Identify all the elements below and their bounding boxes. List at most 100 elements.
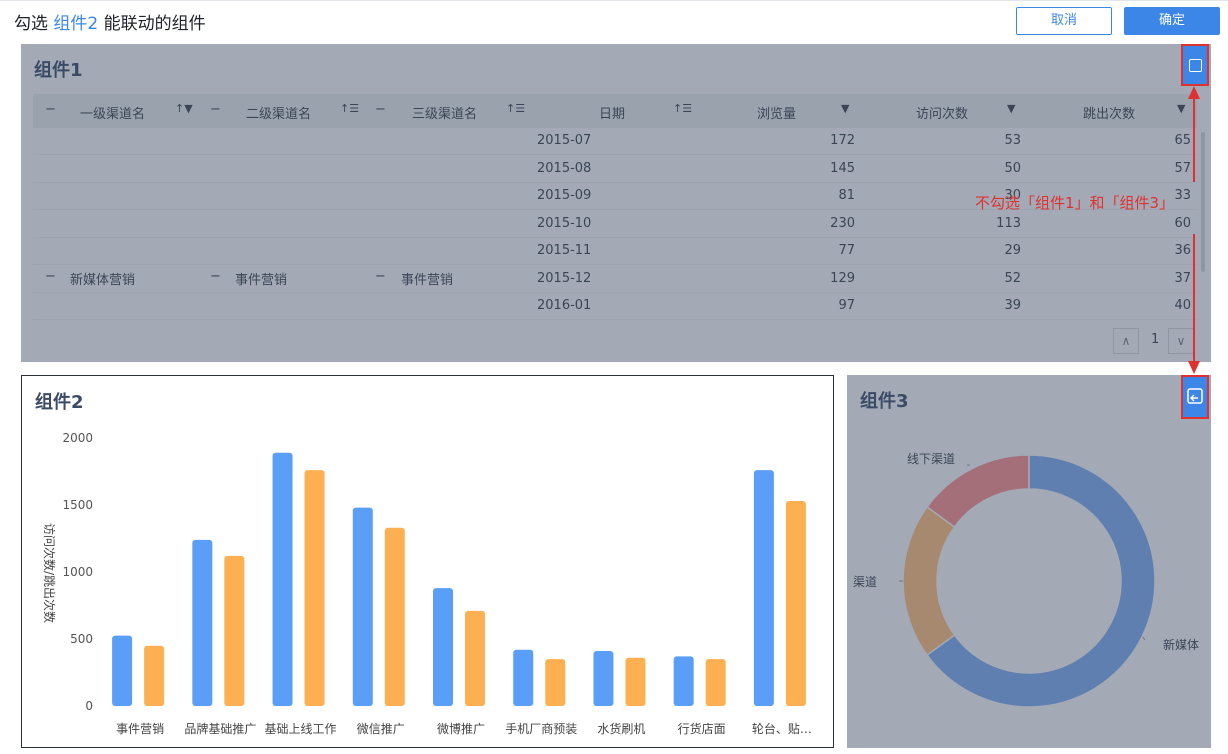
x-tick-label: 事件营销 [116,722,164,736]
sort-filter-icon[interactable]: ↑▼ [175,102,193,115]
bar[interactable] [465,610,485,706]
cell-views: 145 [830,160,855,176]
table-row: 2016-01 97 39 40 [33,293,1197,320]
x-tick-label: 微博推广 [437,721,485,736]
cell-date: 2015-10 [537,215,592,231]
merged-cell-level1: 新媒体营销 [70,273,136,288]
sort-icon[interactable]: ↑☰ [340,102,359,115]
bar[interactable] [192,539,213,706]
column-header[interactable]: 访问次数 [916,103,968,122]
y-tick-label: 0 [85,699,93,713]
bar[interactable] [513,649,534,706]
collapse-icon[interactable]: − [45,102,56,117]
column-header[interactable]: 二级渠道名 [246,103,311,122]
slice-label: 新媒体 [1163,637,1199,652]
column-header[interactable]: 日期 [599,103,625,122]
x-tick-label: 基础上线工作 [265,722,337,736]
slice-label: 线下渠道 [907,452,955,466]
cell-date: 2015-11 [537,243,592,258]
dropdown-icon[interactable]: ▼ [841,102,849,115]
label-leader-line [1142,636,1146,641]
slice-label: 渠道 [853,575,877,589]
merged-cell-level2: 事件营销 [235,273,288,288]
cell-date: 2015-08 [537,160,592,176]
table-header: − 一级渠道名 ↑▼ − 二级渠道名 ↑☰ − 三级渠道名 ↑☰ 日期 ↑☰ 浏… [33,94,1197,128]
cell-views: 230 [830,215,855,231]
cell-views: 97 [838,298,855,313]
bar[interactable] [272,452,293,706]
title-highlight: 组件2 [53,14,99,34]
bar[interactable] [673,656,694,706]
component-2-panel: 组件2 0 500 1000 1500 2000 访问次数/跳出次数 事件营销 品牌基础推广基… [21,375,834,748]
bar[interactable] [144,645,165,706]
bar-chart: 0 500 1000 1500 2000 访问次数/跳出次数事件营销 品牌基础推广 基础上线工… [42,431,812,736]
table-row: 2015-08 145 50 57 [33,156,1197,183]
collapse-icon[interactable]: − [375,102,386,117]
sort-icon[interactable]: ↑☰ [673,102,692,115]
table-row: 2015-12 129 52 37 [33,266,1197,293]
cell-visits: 50 [1004,160,1021,176]
cell-visits: 52 [1004,270,1021,286]
bar[interactable] [593,651,614,706]
confirm-button[interactable]: 确定 [1124,7,1220,35]
bar[interactable] [352,507,373,706]
cell-visits: 39 [1004,298,1021,313]
cell-views: 77 [838,243,855,258]
bar[interactable] [545,659,566,706]
checkbox-unchecked-icon [1189,59,1202,72]
y-tick-label: 1000 [62,565,93,579]
bar[interactable] [433,588,453,706]
component-1-checkbox[interactable] [1181,44,1209,86]
bar[interactable] [625,657,646,706]
cell-visits: 113 [996,215,1021,231]
dialog-header: 勾选 组件2 能联动的组件 取消 确定 [0,0,1228,40]
collapse-icon[interactable]: − [210,102,221,117]
bar[interactable] [705,659,726,706]
cell-date: 2015-07 [537,133,592,148]
cell-date: 2015-12 [537,270,592,286]
component-3-panel: 组件3 新媒体 渠道 线下渠道 [847,375,1211,748]
collapse-icon[interactable]: − [210,269,221,284]
title-prefix: 勾选 [14,14,54,34]
arrow-up-head [1188,86,1200,99]
y-tick-label: 500 [70,632,93,646]
title-suffix: 能联动的组件 [98,14,206,34]
column-header[interactable]: 跳出次数 [1083,103,1135,122]
panel-title: 组件1 [34,60,83,81]
table-row: 2015-07 172 53 65 [33,128,1197,155]
arrow-down-head [1188,361,1200,374]
table-row: 2015-11 77 29 36 [33,238,1197,265]
bar[interactable] [112,635,133,706]
cancel-button[interactable]: 取消 [1016,7,1112,35]
y-tick-label: 1500 [62,498,93,512]
column-header[interactable]: 浏览量 [757,103,796,122]
chevron-up-icon: ∧ [1121,334,1131,348]
collapse-icon[interactable]: − [45,269,56,284]
bar[interactable] [224,555,245,706]
bar[interactable] [384,527,405,706]
page-prev-button[interactable]: ∧ [1113,328,1139,354]
linked-component-icon [1187,388,1203,404]
y-tick-label: 2000 [62,431,93,445]
cell-date: 2015-09 [537,188,592,203]
column-header[interactable]: 三级渠道名 [412,103,477,122]
cell-views: 172 [830,133,855,148]
bar[interactable] [785,500,806,706]
dropdown-icon[interactable]: ▼ [1007,102,1015,115]
bar[interactable] [304,470,325,706]
x-tick-label: 轮台、贴… [752,721,812,736]
sort-icon[interactable]: ↑☰ [506,102,525,115]
collapse-icon[interactable]: − [375,269,386,284]
x-tick-label: 微信推广 [357,722,405,736]
x-tick-label: 水货刷机 [597,721,645,736]
donut-chart: 新媒体 渠道 线下渠道 [853,452,1199,708]
component-3-checkbox[interactable] [1181,375,1209,419]
column-header[interactable]: 一级渠道名 [80,103,145,122]
bar[interactable] [753,470,774,706]
donut-slice[interactable] [902,505,956,657]
page-number: 1 [1151,332,1160,347]
x-tick-label: 手机厂商预装 [505,721,577,736]
cell-visits: 29 [1004,243,1021,258]
annotation-arrows [1188,86,1200,374]
table-row: 2015-10 230 113 60 [33,211,1197,238]
